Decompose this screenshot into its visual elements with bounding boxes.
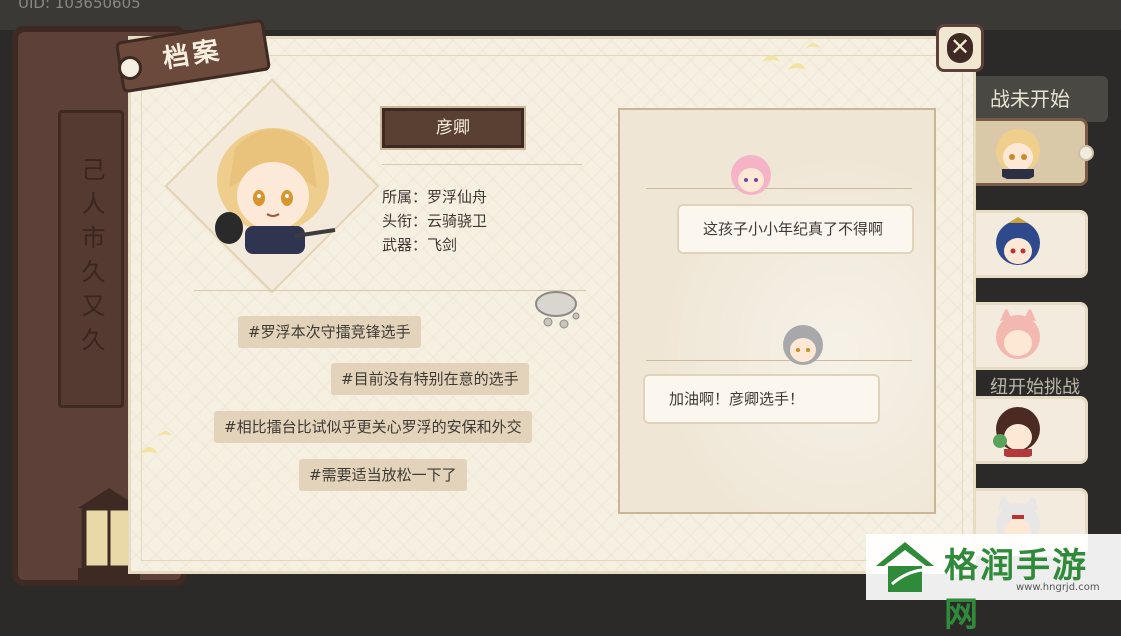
character-3-avatar-icon	[996, 307, 1040, 359]
commenter-avatar-2	[783, 325, 823, 365]
character-card-2[interactable]	[960, 210, 1088, 278]
corner-ornament	[922, 500, 936, 514]
comment-bubble: 这孩子小小年纪真了不得啊	[677, 204, 914, 254]
selected-pin-icon	[1078, 145, 1094, 161]
attribute-label: 武器：	[382, 236, 428, 254]
close-icon: ✕	[947, 33, 973, 63]
birds-icon-left	[140, 431, 172, 454]
attribute-value: 云骑骁卫	[427, 212, 488, 230]
character-name: 彦卿	[380, 106, 526, 150]
divider	[382, 164, 582, 165]
character-card-yanqing[interactable]	[960, 118, 1094, 186]
watermark: 格润手游网 www.hngrjd.com	[866, 534, 1121, 635]
uid-label: UID: 103650605	[18, 0, 141, 12]
cloud-icon	[535, 291, 580, 329]
yanqing-portrait	[215, 128, 336, 254]
trait-tag: #需要适当放松一下了	[299, 459, 467, 491]
comment-bubble: 加油啊！彦卿选手！	[643, 374, 880, 424]
attribute-affiliation: 所属：罗浮仙舟	[382, 186, 487, 207]
spine-glyphs: 己人市久又久	[58, 110, 124, 408]
house-logo-icon	[876, 542, 934, 592]
status-not-started: 战未开始	[968, 76, 1108, 122]
comment-divider	[646, 188, 912, 189]
birds-icon	[762, 43, 820, 70]
character-card-4[interactable]	[960, 396, 1088, 464]
corner-ornament	[618, 108, 632, 122]
trait-tag: #目前没有特别在意的选手	[331, 363, 529, 395]
attribute-value: 飞剑	[427, 236, 458, 254]
commenter-avatar-1	[731, 155, 771, 195]
attribute-label: 头衔：	[382, 212, 428, 230]
comment-divider	[646, 360, 912, 361]
yanqing-avatar-icon	[996, 129, 1040, 179]
character-4-avatar-icon	[993, 407, 1040, 457]
corner-ornament	[618, 500, 632, 514]
divider	[194, 290, 586, 291]
close-button[interactable]: ✕	[936, 24, 984, 72]
trait-tag: #相比擂台比试似乎更关心罗浮的安保和外交	[214, 411, 532, 443]
trait-tag: #罗浮本次守擂竞锋选手	[238, 316, 421, 348]
corner-ornament	[922, 108, 936, 122]
attribute-weapon: 武器：飞剑	[382, 234, 457, 255]
attribute-value: 罗浮仙舟	[427, 188, 488, 206]
character-2-avatar-icon	[996, 217, 1040, 265]
attribute-title: 头衔：云骑骁卫	[382, 210, 487, 231]
attribute-label: 所属：	[382, 188, 428, 206]
character-card-3[interactable]	[960, 302, 1088, 370]
comments-panel	[618, 108, 936, 514]
tab-ring-icon	[118, 56, 142, 80]
watermark-url: www.hngrjd.com	[1016, 582, 1100, 593]
